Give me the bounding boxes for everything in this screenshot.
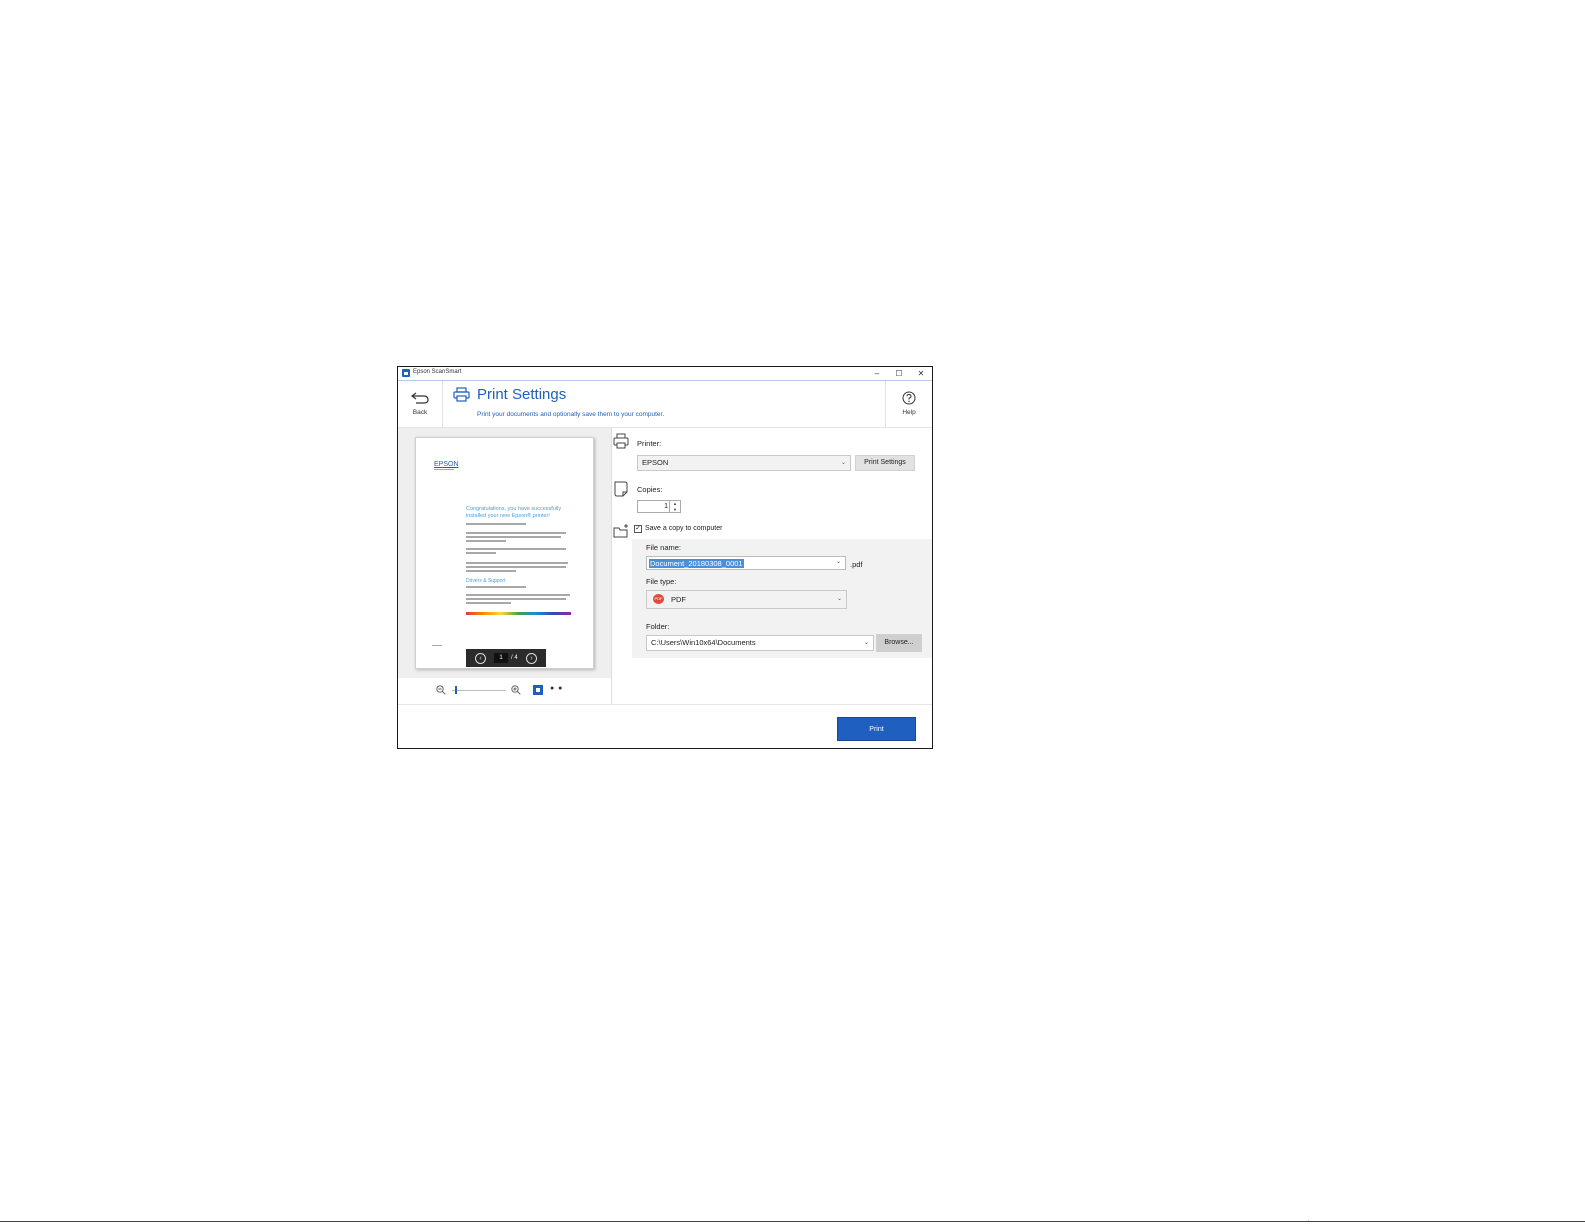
preview-text-line [466, 566, 566, 568]
copies-value: 1 [664, 503, 668, 510]
print-button[interactable]: Print [837, 717, 916, 741]
preview-text-line [466, 586, 526, 588]
folder-label: Folder: [646, 622, 670, 631]
maximize-button[interactable]: ☐ [888, 367, 910, 380]
file-type-label: File type: [646, 577, 677, 586]
zoom-slider[interactable] [452, 690, 506, 691]
preview-text-line [466, 540, 506, 542]
save-copy-label: Save a copy to computer [645, 525, 723, 532]
chevron-down-icon: ⌄ [840, 460, 846, 466]
preview-text-line [466, 523, 526, 525]
zoom-slider-thumb[interactable] [454, 686, 457, 694]
preview-text-line [466, 594, 570, 596]
file-extension: .pdf [850, 560, 863, 569]
preview-text-line [466, 536, 561, 538]
more-options-icon[interactable]: ● ● [550, 685, 563, 692]
copies-stepper[interactable]: 1 ▲ ▼ [637, 500, 681, 513]
help-label: Help [902, 409, 916, 416]
preview-heading: Congratulations, you have successfully i… [466, 506, 562, 519]
printer-select[interactable]: EPSON ⌄ [637, 455, 851, 471]
copies-label: Copies: [637, 485, 663, 494]
minimize-button[interactable]: – [866, 367, 888, 380]
preview-text-line [466, 562, 568, 564]
save-copy-panel: File name: Document_20180308_0001 ⌄ .pdf… [632, 539, 932, 658]
back-button[interactable]: Back [398, 381, 443, 427]
epson-scansmart-window: Epson ScanSmart – ☐ ✕ Back Print Setting… [397, 366, 933, 749]
preview-text-line [434, 469, 454, 470]
preview-section-heading: Drivers & Support [466, 578, 506, 584]
close-button[interactable]: ✕ [910, 367, 932, 380]
chevron-right-icon[interactable]: › [526, 653, 537, 664]
page-total: / 4 [511, 655, 518, 661]
zoom-in-icon[interactable] [511, 685, 521, 695]
printer-icon [453, 387, 470, 402]
app-icon [402, 369, 410, 377]
folder-select[interactable]: C:\Users\Win10x64\Documents ⌄ [646, 635, 874, 651]
preview-text-line [466, 602, 511, 604]
file-type-select[interactable]: PDF PDF ⌄ [646, 590, 847, 609]
printer-icon [613, 433, 629, 449]
fit-page-icon[interactable] [533, 685, 543, 695]
preview-text-line [466, 548, 566, 550]
page-title: Print Settings [477, 386, 567, 403]
print-settings-button[interactable]: Print Settings [855, 455, 915, 471]
copies-spin-buttons: ▲ ▼ [669, 501, 680, 512]
preview-logo: EPSON [434, 461, 459, 468]
file-name-value: Document_20180308_0001 [649, 559, 744, 568]
back-arrow-icon [411, 392, 429, 404]
file-name-label: File name: [646, 543, 682, 552]
document-icon [614, 481, 628, 497]
chevron-down-icon: ⌄ [863, 640, 869, 646]
file-type-value: PDF [671, 595, 686, 604]
chevron-down-icon[interactable]: ⌄ [836, 558, 841, 565]
back-label: Back [412, 409, 428, 416]
preview-text-line [466, 570, 516, 572]
help-icon [902, 391, 916, 405]
help-button[interactable]: Help [885, 381, 932, 427]
window-title: Epson ScanSmart [413, 369, 462, 375]
decrement-icon[interactable]: ▼ [670, 507, 680, 512]
preview-text-line [466, 532, 566, 534]
page-navigator: ‹ 1 / 4 › [466, 649, 546, 667]
preview-footer-line [432, 645, 442, 646]
title-bar: Epson ScanSmart – ☐ ✕ [398, 367, 932, 381]
page-header: Back Print Settings Print your documents… [398, 381, 932, 428]
settings-pane: Printer: EPSON ⌄ Print Settings Copies: … [612, 428, 932, 704]
browse-button[interactable]: Browse... [876, 634, 922, 652]
printer-label: Printer: [637, 439, 662, 448]
chevron-left-icon[interactable]: ‹ [475, 653, 486, 664]
page-mark: . [1308, 1217, 1310, 1223]
save-copy-checkbox[interactable]: ✓ [634, 525, 642, 533]
preview-text-line [466, 598, 566, 600]
zoom-bar: ● ● [398, 678, 611, 704]
page-subtitle: Print your documents and optionally save… [477, 411, 665, 418]
page-bottom-rule [0, 1221, 1585, 1222]
printer-select-value: EPSON [642, 458, 669, 467]
preview-rainbow-bar [466, 612, 571, 615]
file-name-input[interactable]: Document_20180308_0001 ⌄ [646, 556, 846, 570]
preview-pane: EPSON Congratulations, you have successf… [398, 428, 612, 704]
footer-divider [398, 704, 932, 705]
folder-save-icon [613, 524, 628, 538]
chevron-down-icon: ⌄ [836, 596, 842, 602]
folder-value: C:\Users\Win10x64\Documents [651, 638, 756, 647]
increment-icon[interactable]: ▲ [670, 501, 680, 506]
document-preview: EPSON Congratulations, you have successf… [415, 437, 594, 669]
zoom-out-icon[interactable] [436, 685, 446, 695]
preview-text-line [466, 552, 496, 554]
page-number-input[interactable]: 1 [494, 653, 508, 663]
pdf-icon: PDF [653, 594, 664, 604]
